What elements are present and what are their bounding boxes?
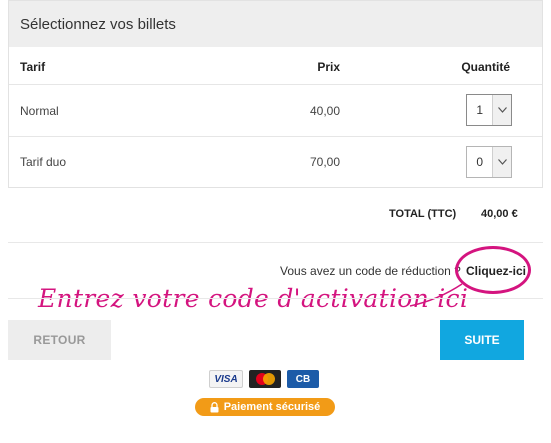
divider <box>8 298 543 299</box>
secure-payment-badge: Paiement sécurisé <box>195 398 335 416</box>
payment-cards: VISA CB <box>209 370 319 388</box>
cb-icon: CB <box>287 370 319 388</box>
mastercard-icon <box>249 370 281 388</box>
visa-icon: VISA <box>209 370 243 388</box>
next-button[interactable]: SUITE <box>440 320 524 360</box>
lock-icon <box>210 401 219 412</box>
back-button[interactable]: RETOUR <box>8 320 111 360</box>
secure-payment-label: Paiement sécurisé <box>223 401 321 413</box>
